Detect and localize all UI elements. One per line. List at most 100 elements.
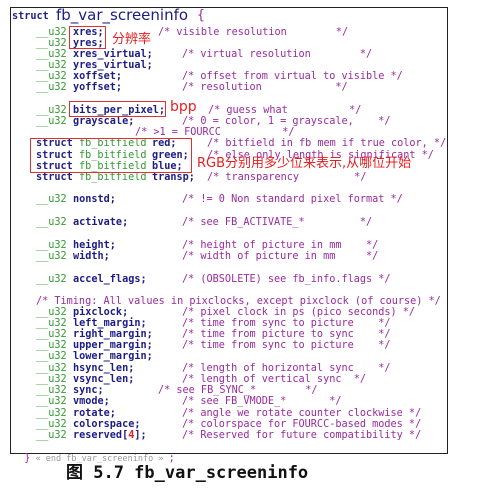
field-type: __u32 [36, 60, 67, 71]
field-comment: /* transparency */ [207, 172, 367, 183]
field-comment: /* Timing: All values in pixclocks, exce… [36, 296, 441, 307]
field-comment: /* visible resolution */ [158, 27, 349, 38]
code-line: __u32 accel_flags; /* (OBSOLETE) see fb_in… [0, 274, 487, 285]
field-type: __u32 [36, 274, 67, 285]
field-comment: /* see FB_ACTIVATE_* */ [182, 217, 373, 228]
field-type: __u32 [36, 430, 67, 441]
field-name: xres_virtual; [73, 49, 153, 60]
field-name: vsync_len; [73, 374, 135, 385]
field-type: __u32 [36, 71, 67, 82]
field-name: pixclock; [73, 307, 129, 318]
field-name: xoffset; [73, 71, 123, 82]
code-line: __u32 yoffset; /* resolution */ [0, 82, 487, 93]
field-comment: /* pixel clock in ps (pico seconds) */ [182, 307, 416, 318]
field-type: __u32 [36, 408, 67, 419]
code-line: __u32 upper_margin; /* time from sync to p… [0, 340, 487, 351]
code-line: __u32 vsync_len; /* length of vertical syn… [0, 374, 487, 385]
bpp-annotation: bpp [170, 99, 197, 115]
code-line: __u32 nonstd; /* != 0 Non standard pixel f… [0, 194, 487, 205]
field-comment: /* != 0 Non standard pixel format */ [182, 194, 403, 205]
code-line: __u32 hsync_len; /* length of horizontal s… [0, 363, 487, 374]
field-name: width; [73, 251, 110, 262]
field-type: __u32 [36, 307, 67, 318]
field-type: __u32 [36, 116, 67, 127]
code-line: /* >1 = FOURCC */ [0, 127, 487, 138]
field-type: __u32 [36, 194, 67, 205]
field-name: colorspace; [73, 419, 141, 430]
field-comment: /* (OBSOLETE) see fb_info.flags */ [182, 274, 391, 285]
field-name: right_margin; [73, 329, 153, 340]
code-line: __u32 colorspace; /* colorspace for FOURCC… [0, 419, 487, 430]
struct-keyword: struct [12, 11, 49, 22]
field-name: hsync_len; [73, 363, 135, 374]
field-type: __u32 [36, 251, 67, 262]
field-name: upper_margin; [73, 340, 153, 351]
field-name: vmode; [73, 396, 110, 407]
field-name: left_margin; [73, 318, 147, 329]
field-name: height; [73, 240, 116, 251]
rgb-highlight-box [30, 138, 192, 173]
code-line: __u32 height; /* height of picture in mm *… [0, 240, 487, 251]
bpp-highlight-box [69, 101, 166, 117]
field-name: nonstd; [73, 194, 116, 205]
code-line: __u32 pixclock; /* pixel clock in ps (pico… [0, 307, 487, 318]
field-comment: /* length of vertical sync */ [182, 374, 367, 385]
code-line: __u32 right_margin; /* time from picture t… [0, 329, 487, 340]
field-name: yoffset; [73, 82, 123, 93]
code-line: __u32 lower_margin; [0, 351, 487, 362]
field-comment: /* height of picture in mm */ [182, 240, 379, 251]
code-line: __u32 yres_virtual; [0, 60, 487, 71]
figure-caption: 图 5.7 fb_var_screeninfo [66, 463, 309, 483]
code-line: __u32 rotate; /* angle we rotate counter c… [0, 408, 487, 419]
field-comment: /* Reserved for future compatibility */ [182, 430, 422, 441]
field-type: __u32 [36, 105, 67, 116]
field-type: __u32 [36, 363, 67, 374]
code-line: __u32 grayscale; /* 0 = color, 1 = graysca… [0, 116, 487, 127]
code-line: __u32 left_margin; /* time from sync to pi… [0, 318, 487, 329]
field-name: transp; [152, 172, 195, 183]
code-line: __u32 activate; /* see FB_ACTIVATE_* */ [0, 217, 487, 228]
field-type: __u32 [36, 396, 67, 407]
code-line: /* Timing: All values in pixclocks, exce… [0, 296, 487, 307]
field-type: __u32 [36, 38, 67, 49]
field-comment: /* guess what */ [208, 105, 362, 116]
field-comment: /* length of horizontal sync */ [182, 363, 391, 374]
field-type: __u32 [36, 419, 67, 430]
field-comment: /* time from picture to sync */ [182, 329, 391, 340]
field-name-end: ]; [134, 430, 147, 441]
field-comment: /* see FB_SYNC_* */ [158, 385, 318, 396]
field-comment: /* 0 = color, 1 = grayscale, */ [182, 116, 391, 127]
field-comment: /* angle we rotate counter clockwise */ [182, 408, 422, 419]
field-type: __u32 [36, 329, 67, 340]
struct-name: fb_var_screeninfo [56, 6, 189, 24]
field-type: __u32 [36, 240, 67, 251]
field-name: accel_flags; [73, 274, 147, 285]
field-name: lower_margin; [73, 351, 153, 362]
field-name: activate; [73, 217, 129, 228]
field-comment: /* colorspace for FOURCC-based modes */ [182, 419, 422, 430]
field-type: __u32 [36, 318, 67, 329]
resolution-annotation: 分辨率 [112, 32, 152, 47]
code-line: __u32 width; /* width of picture in mm */ [0, 251, 487, 262]
field-comment: /* >1 = FOURCC */ [135, 127, 295, 138]
struct-keyword: struct [36, 172, 73, 183]
field-name: rotate; [73, 408, 116, 419]
field-name: reserved[4]; [73, 430, 147, 441]
field-comment: /* time from sync to picture */ [182, 340, 391, 351]
field-type: __u32 [36, 217, 67, 228]
field-type: fb_bitfield [79, 172, 147, 183]
field-type: __u32 [36, 49, 67, 60]
field-type: __u32 [36, 340, 67, 351]
end-line: } « end fb_var_screeninfo » ; [24, 453, 175, 464]
field-name: yres_virtual; [73, 60, 153, 71]
code-line: struct fb_bitfield transp; /* transparency … [0, 172, 487, 183]
field-name: sync; [73, 385, 104, 396]
field-type: __u32 [36, 82, 67, 93]
field-type: __u32 [36, 374, 67, 385]
code-line: __u32 xoffset; /* offset from virtual to v… [0, 71, 487, 82]
field-comment: /* bitfield in fb mem if true color, */ [207, 138, 447, 149]
field-type: __u32 [36, 385, 67, 396]
field-comment: /* width of picture in mm */ [182, 251, 379, 262]
field-name-text: reserved[ [73, 430, 129, 441]
field-name: grayscale; [73, 116, 135, 127]
